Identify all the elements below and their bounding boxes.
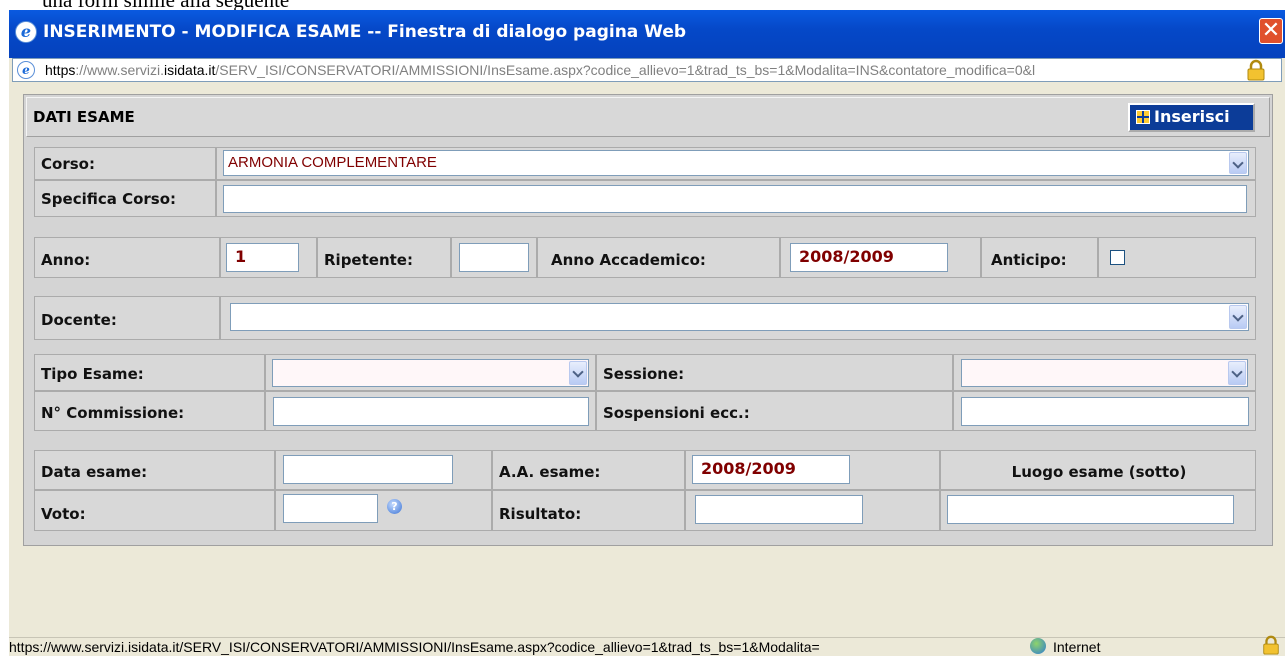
sessione-label: Sessione: [603,365,685,383]
dialog-window: e INSERIMENTO - MODIFICA ESAME -- Finest… [9,10,1285,656]
data-esame-label: Data esame: [41,463,148,481]
aa-esame-label: A.A. esame: [499,463,601,481]
anno-accademico-label: Anno Accademico: [551,251,706,269]
voto-label-cell: Voto: [34,490,275,531]
corso-value: ARMONIA COMPLEMENTARE [228,154,437,171]
anno-label-cell: Anno: [34,237,220,278]
anticipo-checkbox[interactable] [1110,250,1125,265]
commissione-input[interactable] [273,397,589,426]
data-esame-input[interactable] [283,455,453,484]
docente-label-cell: Docente: [34,296,220,340]
corso-select[interactable]: ARMONIA COMPLEMENTARE [223,150,1249,176]
globe-icon [1030,638,1046,654]
commissione-label: N° Commissione: [41,404,185,422]
data-esame-label-cell: Data esame: [34,450,275,490]
help-icon[interactable]: ? [387,499,402,514]
anno-accademico-input[interactable]: 2008/2009 [790,243,948,272]
url-host: ://www.servizi. [75,62,165,78]
tipo-esame-select[interactable] [272,359,589,387]
tipo-esame-label: Tipo Esame: [41,365,144,383]
voto-input[interactable] [283,494,378,523]
sospensioni-input[interactable] [961,397,1249,426]
voto-label: Voto: [41,505,86,523]
lock-icon[interactable] [1261,635,1281,655]
specifica-label-cell: Specifica Corso: [34,180,216,217]
chevron-down-icon[interactable] [1228,361,1246,385]
luogo-esame-label: Luogo esame (sotto) [1011,463,1187,481]
ripetente-label: Ripetente: [324,251,413,269]
docente-label: Docente: [41,311,117,329]
insert-button[interactable]: Inserisci [1128,103,1255,132]
url-scheme: https [45,62,76,78]
address-bar: e https://www.servizi.isidata.it/SERV_IS… [12,58,1282,82]
form-header-title: DATI ESAME [33,108,135,126]
corso-label: Corso: [41,155,95,173]
tipo-esame-label-cell: Tipo Esame: [34,354,265,391]
insert-button-label: Inserisci [1154,107,1230,126]
anno-input[interactable]: 1 [226,243,299,272]
status-url: https://www.servizi.isidata.it/SERV_ISI/… [9,639,820,655]
specifica-corso-label: Specifica Corso: [41,190,177,208]
commissione-label-cell: N° Commissione: [34,391,265,431]
close-button[interactable]: ✕ [1259,18,1283,44]
url-path: /SERV_ISI/CONSERVATORI/AMMISSIONI/InsEsa… [215,62,1036,78]
luogo-esame-input[interactable] [947,495,1234,524]
ripetente-label-cell: Ripetente: [317,237,451,278]
sessione-label-cell: Sessione: [596,354,953,391]
aa-esame-label-cell: A.A. esame: [492,450,685,490]
title-bar[interactable]: e INSERIMENTO - MODIFICA ESAME -- Finest… [9,10,1285,58]
anno-accademico-label-cell: Anno Accademico: [537,237,780,278]
form-header: DATI ESAME Inserisci [26,97,1270,137]
risultato-input[interactable] [695,495,863,524]
docente-select[interactable] [230,303,1249,331]
page-icon: e [17,61,35,79]
form-panel: DATI ESAME Inserisci Corso: ARMONIA COMP… [23,94,1273,546]
grid-icon [1136,110,1150,124]
chevron-down-icon[interactable] [1229,305,1247,329]
specifica-corso-input[interactable] [223,185,1247,213]
ie-icon: e [15,21,37,43]
address-url: https://www.servizi.isidata.it/SERV_ISI/… [45,62,1240,78]
luogo-esame-label-cell: Luogo esame (sotto) [940,450,1256,490]
sessione-select[interactable] [961,359,1248,387]
chevron-down-icon[interactable] [1229,152,1247,174]
lock-icon [1247,59,1265,81]
status-bar: https://www.servizi.isidata.it/SERV_ISI/… [9,635,1285,656]
chevron-down-icon[interactable] [569,361,587,385]
url-domain: isidata.it [164,62,216,78]
ripetente-input[interactable] [459,243,529,272]
corso-label-cell: Corso: [34,147,216,180]
risultato-label-cell: Risultato: [492,490,685,531]
anticipo-label-cell: Anticipo: [981,237,1098,278]
anno-label: Anno: [41,251,91,269]
sospensioni-label: Sospensioni ecc.: [603,404,750,422]
anticipo-label: Anticipo: [991,251,1067,269]
security-zone: Internet [1053,639,1101,655]
window-title: INSERIMENTO - MODIFICA ESAME -- Finestra… [43,22,687,42]
sospensioni-label-cell: Sospensioni ecc.: [596,391,953,431]
risultato-label: Risultato: [499,505,582,523]
aa-esame-input[interactable]: 2008/2009 [692,455,850,484]
